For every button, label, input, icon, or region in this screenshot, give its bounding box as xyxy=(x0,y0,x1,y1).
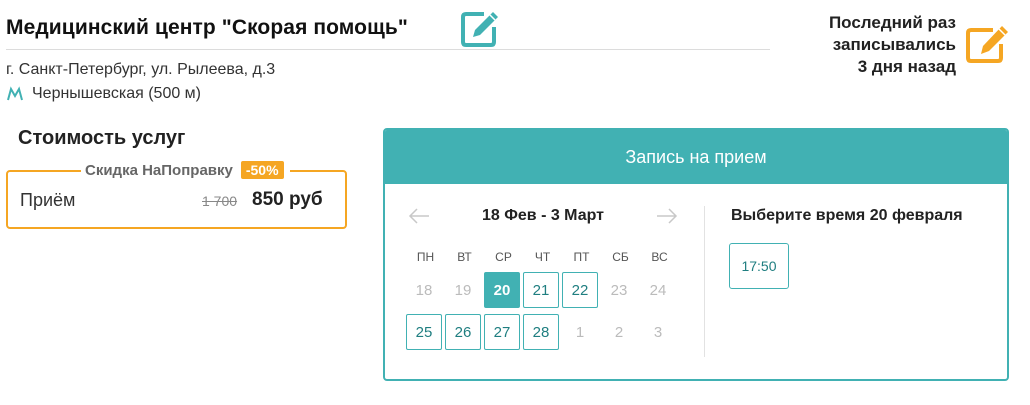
booking-header: Запись на прием xyxy=(385,130,1007,184)
metro-icon xyxy=(7,86,23,101)
calendar-grid: 18 19 20 21 22 23 24 25 26 27 28 1 2 3 xyxy=(406,272,679,356)
calendar-day-disabled: 19 xyxy=(454,281,472,299)
calendar-day-disabled: 1 xyxy=(575,323,585,341)
discount-label-text: Скидка НаПоправку xyxy=(85,161,233,179)
edit-clinic-button[interactable] xyxy=(460,10,500,48)
calendar-nav: 18 Фев - 3 Март xyxy=(407,206,679,226)
booking-widget: Запись на прием 18 Фев - 3 Март ПН ВТ СР… xyxy=(383,128,1009,381)
edit-icon xyxy=(966,26,1008,63)
calendar-day-available[interactable]: 27 xyxy=(484,314,520,350)
calendar-day-available[interactable]: 21 xyxy=(523,272,559,308)
calendar-day-disabled: 23 xyxy=(610,281,628,299)
calendar-day-disabled: 24 xyxy=(649,281,667,299)
clinic-address: г. Санкт-Петербург, ул. Рылеева, д.3 xyxy=(6,61,276,78)
calendar-day-selected[interactable]: 20 xyxy=(484,272,520,308)
weekday-header: ПН ВТ СР ЧТ ПТ СБ ВС xyxy=(406,250,679,264)
calendar-day-available[interactable]: 22 xyxy=(562,272,598,308)
title-divider xyxy=(6,49,770,50)
weekday-label: СР xyxy=(495,250,512,264)
last-visit-line2: записывались xyxy=(832,35,956,54)
discount-label: Скидка НаПоправку -50% xyxy=(81,161,290,179)
last-visit-line3: 3 дня назад xyxy=(857,57,956,76)
arrow-right-icon xyxy=(657,208,678,224)
calendar-day-available[interactable]: 26 xyxy=(445,314,481,350)
weekday-label: СБ xyxy=(612,250,629,264)
calendar-day-disabled: 3 xyxy=(653,323,663,341)
calendar-day-available[interactable]: 25 xyxy=(406,314,442,350)
calendar-day-disabled: 2 xyxy=(614,323,624,341)
service-name: Приём xyxy=(20,190,76,210)
booking-divider xyxy=(704,206,705,357)
date-range: 18 Фев - 3 Март xyxy=(481,207,604,224)
calendar-day-available[interactable]: 28 xyxy=(523,314,559,350)
metro-station: Чернышевская (500 м) xyxy=(32,85,202,102)
discount-price-box: Скидка НаПоправку -50% Приём 1 700 850 р… xyxy=(6,161,347,229)
metro-info: Чернышевская (500 м) xyxy=(6,85,201,103)
arrow-left-icon xyxy=(408,208,429,224)
prices-title: Стоимость услуг xyxy=(18,127,186,149)
price-new: 850 руб xyxy=(252,189,323,210)
last-visit-edit-button[interactable] xyxy=(965,24,1011,64)
next-week-button[interactable] xyxy=(655,206,679,226)
weekday-label: ПН xyxy=(416,250,435,264)
weekday-label: ЧТ xyxy=(534,250,551,264)
last-visit-info: Последний раз записывались 3 дня назад xyxy=(829,12,956,78)
prev-week-button[interactable] xyxy=(407,206,431,226)
time-slot-button[interactable]: 17:50 xyxy=(729,243,789,289)
weekday-label: ПТ xyxy=(573,250,590,264)
clinic-title: Медицинский центр "Скорая помощь" xyxy=(6,16,408,39)
weekday-label: ВС xyxy=(651,250,668,264)
price-old: 1 700 xyxy=(202,193,238,209)
edit-icon xyxy=(461,12,498,47)
time-select-title: Выберите время 20 февраля xyxy=(731,207,963,224)
calendar-day-disabled: 18 xyxy=(415,281,433,299)
weekday-label: ВТ xyxy=(457,250,472,264)
last-visit-line1: Последний раз xyxy=(828,13,956,32)
discount-badge: -50% xyxy=(240,161,284,179)
